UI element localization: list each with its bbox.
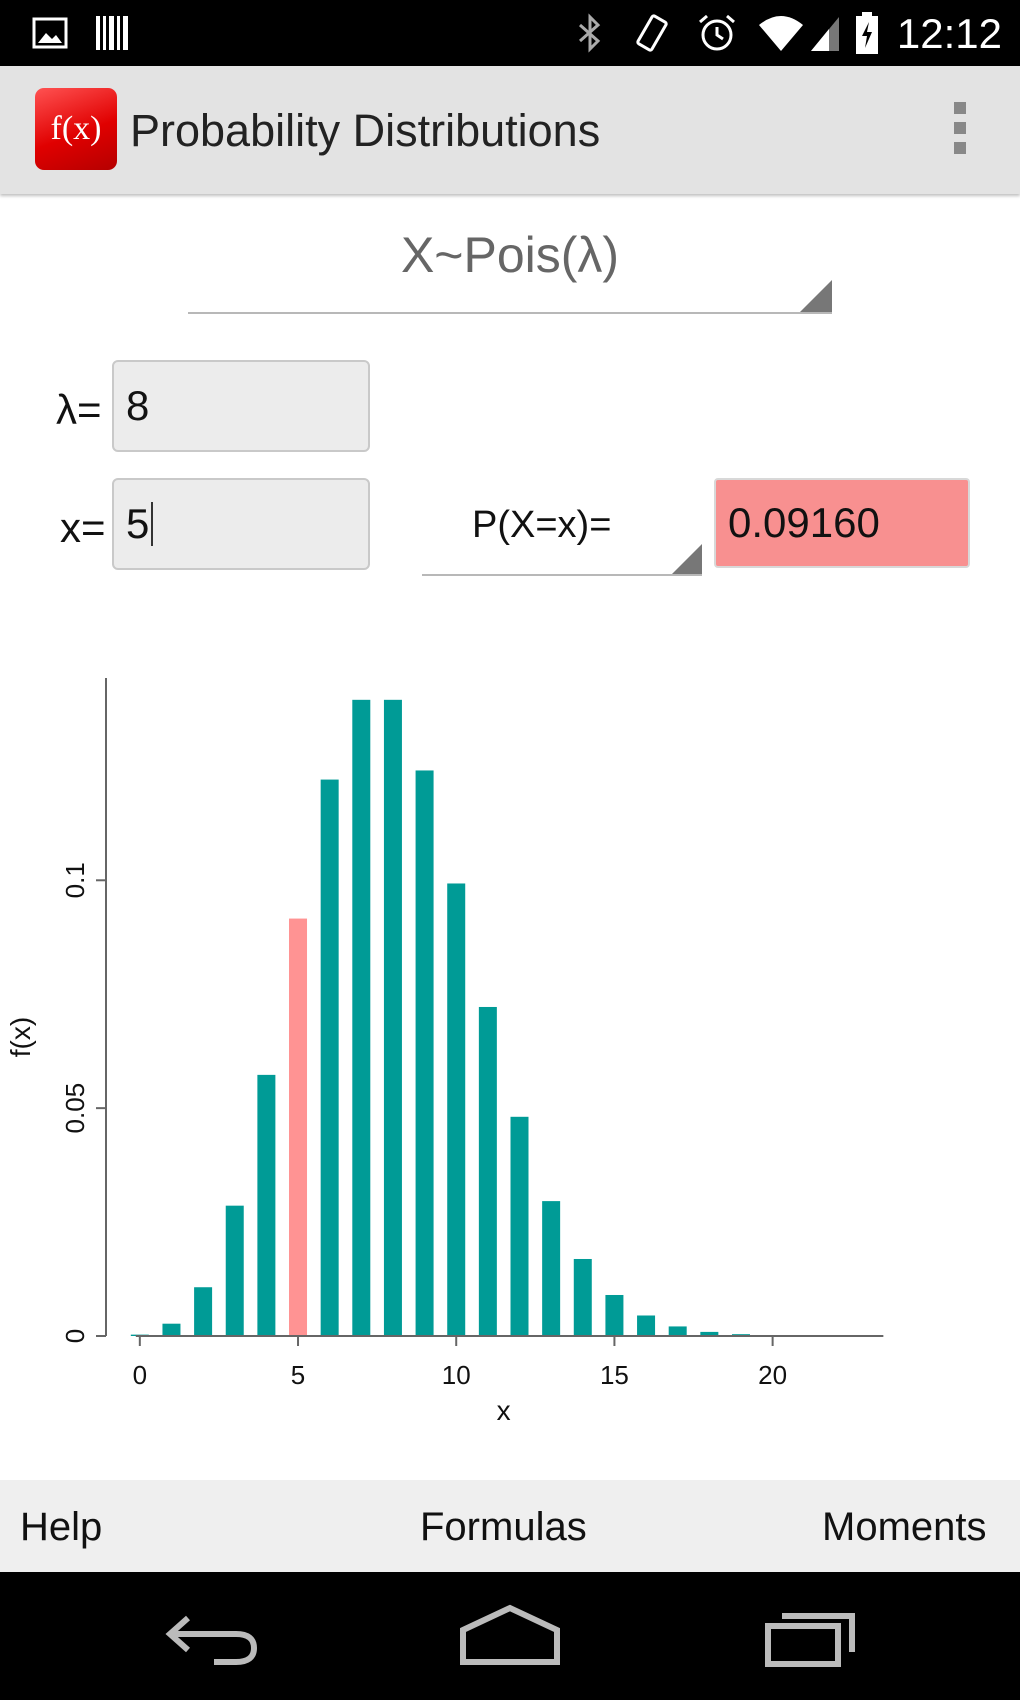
bar (320, 779, 339, 1336)
result-value: 0.09160 (728, 499, 880, 546)
text-cursor (151, 502, 154, 546)
status-bar: 12:12 (0, 0, 1020, 66)
probability-type-select[interactable]: P(X=x)= (422, 484, 702, 576)
dropdown-triangle-icon (800, 280, 832, 312)
probability-type-value: P(X=x)= (472, 504, 612, 546)
bar (605, 1294, 624, 1336)
navigation-bar (0, 1572, 1020, 1700)
bar (542, 1201, 561, 1336)
lambda-input-value: 8 (126, 382, 150, 429)
x-tick-label: 10 (442, 1360, 471, 1390)
back-icon[interactable] (158, 1596, 268, 1676)
app-icon[interactable]: f(x) (35, 88, 117, 170)
bar (352, 699, 371, 1336)
y-tick-label: 0.05 (60, 1083, 90, 1134)
recents-icon[interactable] (756, 1596, 866, 1676)
clock: 12:12 (896, 10, 1002, 57)
x-tick-label: 15 (600, 1360, 629, 1390)
x-axis-label: x (497, 1395, 511, 1426)
bluetooth-icon (572, 0, 608, 66)
bar (668, 1326, 687, 1336)
distribution-select-value: X~Pois(λ) (400, 227, 620, 283)
x-tick-label: 20 (758, 1360, 787, 1390)
bar (478, 1006, 497, 1336)
bar (447, 883, 466, 1336)
bar (194, 1287, 213, 1336)
action-bar: f(x) Probability Distributions (0, 66, 1020, 194)
formulas-button[interactable]: Formulas (420, 1480, 587, 1572)
x-label: x= (60, 504, 106, 551)
y-axis-label: f(x) (5, 1017, 36, 1057)
bar (225, 1205, 244, 1336)
x-input-value: 5 (126, 500, 150, 547)
result-field: 0.09160 (714, 478, 970, 568)
highlighted-bar (289, 918, 308, 1336)
dropdown-triangle-icon (672, 544, 702, 574)
lambda-input[interactable]: 8 (112, 360, 370, 452)
image-icon (30, 0, 70, 66)
distribution-select[interactable]: X~Pois(λ) (188, 220, 832, 314)
bar (162, 1323, 181, 1336)
x-tick-label: 5 (291, 1360, 305, 1390)
overflow-menu-icon[interactable] (950, 102, 970, 158)
bar (637, 1315, 656, 1336)
alarm-icon (694, 0, 740, 66)
bar (510, 1116, 529, 1336)
bar (257, 1074, 276, 1336)
app-title: Probability Distributions (130, 105, 601, 156)
home-icon[interactable] (455, 1596, 565, 1676)
bar (415, 770, 434, 1336)
help-button[interactable]: Help (20, 1480, 102, 1572)
bar (573, 1258, 592, 1336)
pmf-bar-chart: 0 5 10 15 20 0 0.05 0.1 x f(x) (5, 678, 884, 1426)
barcode-icon (92, 0, 132, 66)
y-tick-label: 0 (60, 1329, 90, 1343)
moments-button[interactable]: Moments (822, 1480, 987, 1572)
bar (383, 699, 402, 1336)
wifi-icon (756, 0, 806, 66)
vibrate-icon (630, 0, 674, 66)
x-input[interactable]: 5 (112, 478, 370, 570)
bottom-button-bar: Help Formulas Moments (0, 1480, 1020, 1572)
battery-charging-icon (852, 0, 882, 66)
lambda-label: λ= (56, 386, 102, 433)
y-tick-label: 0.1 (60, 862, 90, 898)
x-tick-label: 0 (133, 1360, 147, 1390)
signal-icon (808, 0, 842, 66)
